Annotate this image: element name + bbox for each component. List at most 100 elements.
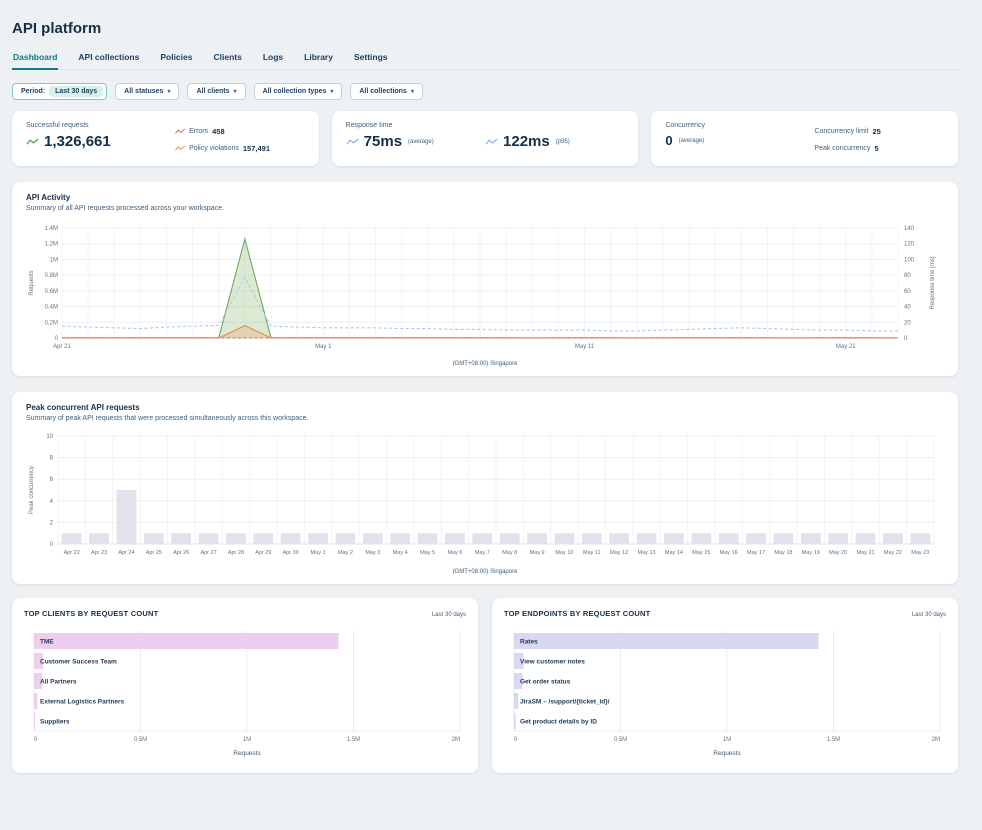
filter-dropdown-label: All collection types bbox=[263, 88, 327, 95]
svg-text:1.4M: 1.4M bbox=[45, 226, 58, 232]
response-time-card: Response time 75ms (average) 122ms (p95) bbox=[332, 111, 639, 166]
svg-text:May 11: May 11 bbox=[583, 550, 601, 556]
svg-text:May 22: May 22 bbox=[884, 550, 902, 556]
top-endpoints-chart: 00.5M1M1.5M2MRatesView customer notesGet… bbox=[504, 627, 946, 759]
svg-text:External Logistics Partners: External Logistics Partners bbox=[40, 699, 125, 706]
concurrency-label: Concurrency bbox=[665, 122, 814, 129]
filter-dropdown-all-statuses[interactable]: All statuses ▾ bbox=[115, 83, 179, 100]
tab-api-collections[interactable]: API collections bbox=[77, 49, 140, 69]
successful-requests-value: 1,326,661 bbox=[44, 134, 111, 149]
filter-dropdown-all-collection-types[interactable]: All collection types▾ bbox=[254, 83, 343, 100]
tab-clients[interactable]: Clients bbox=[212, 49, 242, 69]
chevron-down-icon: ▾ bbox=[411, 89, 414, 95]
svg-text:May 14: May 14 bbox=[665, 550, 683, 556]
policy-violations-value: 157,491 bbox=[243, 144, 270, 153]
trend-violations-icon bbox=[175, 145, 185, 152]
concurrency-limit-value: 25 bbox=[872, 127, 880, 136]
svg-text:Apr 29: Apr 29 bbox=[255, 550, 271, 556]
svg-text:May 19: May 19 bbox=[802, 550, 820, 556]
svg-text:0.8M: 0.8M bbox=[45, 273, 58, 279]
svg-text:20: 20 bbox=[904, 320, 911, 326]
svg-text:100: 100 bbox=[904, 257, 915, 263]
svg-text:10: 10 bbox=[46, 434, 53, 440]
svg-text:May 5: May 5 bbox=[420, 550, 435, 556]
svg-text:Response time [ms]: Response time [ms] bbox=[930, 256, 936, 309]
svg-text:May 18: May 18 bbox=[774, 550, 792, 556]
tab-library[interactable]: Library bbox=[303, 49, 334, 69]
tab-settings[interactable]: Settings bbox=[353, 49, 389, 69]
trend-response-icon bbox=[346, 138, 359, 146]
svg-text:0.2M: 0.2M bbox=[45, 320, 58, 326]
timezone-note: (GMT+08:00) Singapore bbox=[26, 567, 944, 578]
concurrency-suffix: (average) bbox=[679, 138, 705, 144]
period-filter[interactable]: Period: Last 30 days bbox=[12, 83, 107, 100]
filter-bar: Period: Last 30 days All statuses▾All cl… bbox=[12, 83, 958, 100]
concurrency-value: 0 bbox=[665, 134, 672, 147]
top-clients-chart: 00.5M1M1.5M2MTMECustomer Success TeamAll… bbox=[24, 627, 466, 759]
svg-text:May 11: May 11 bbox=[575, 344, 595, 350]
svg-text:0.4M: 0.4M bbox=[45, 305, 58, 311]
peak-concurrency-chart: 0246810Apr 22Apr 23Apr 24Apr 25Apr 26Apr… bbox=[26, 430, 944, 562]
svg-text:Apr 21: Apr 21 bbox=[53, 344, 71, 350]
policy-violations-stat: Policy violations 157,491 bbox=[175, 144, 305, 153]
svg-text:1.5M: 1.5M bbox=[827, 737, 840, 743]
svg-text:0.5M: 0.5M bbox=[614, 737, 627, 743]
svg-text:Apr 23: Apr 23 bbox=[91, 550, 107, 556]
svg-text:May 6: May 6 bbox=[447, 550, 462, 556]
svg-text:May 17: May 17 bbox=[747, 550, 765, 556]
filter-dropdown-label: All statuses bbox=[124, 88, 163, 95]
svg-text:80: 80 bbox=[904, 273, 911, 279]
svg-text:6: 6 bbox=[50, 477, 54, 483]
trend-errors-icon bbox=[175, 128, 185, 135]
tab-dashboard[interactable]: Dashboard bbox=[12, 49, 58, 70]
peak-concurrency-card: Peak concurrent API requests Summary of … bbox=[12, 392, 958, 584]
chevron-down-icon: ▾ bbox=[234, 89, 237, 95]
svg-text:Get order status: Get order status bbox=[520, 679, 571, 686]
svg-text:140: 140 bbox=[904, 226, 915, 232]
tab-logs[interactable]: Logs bbox=[262, 49, 284, 69]
response-time-label: Response time bbox=[346, 122, 625, 129]
api-activity-title: API Activity bbox=[26, 193, 944, 202]
svg-text:0: 0 bbox=[50, 542, 54, 548]
response-time-average: 75ms (average) bbox=[346, 134, 485, 149]
trend-up-icon bbox=[26, 138, 39, 146]
page: API platform Dashboard API collections Pol… bbox=[0, 0, 982, 830]
svg-text:Peak concurrency: Peak concurrency bbox=[29, 466, 35, 514]
top-endpoints-card: TOP ENDPOINTS BY REQUEST COUNT Last 30 d… bbox=[492, 598, 958, 773]
filter-dropdown-all-clients[interactable]: All clients▾ bbox=[187, 83, 245, 100]
svg-text:May 15: May 15 bbox=[692, 550, 710, 556]
svg-text:Apr 28: Apr 28 bbox=[228, 550, 244, 556]
chevron-down-icon: ▾ bbox=[167, 89, 170, 95]
svg-text:Requests: Requests bbox=[713, 750, 741, 757]
api-activity-chart: 000.2M200.4M400.6M600.8M801M1001.2M1201.… bbox=[26, 220, 944, 354]
svg-text:Get product details by ID: Get product details by ID bbox=[520, 719, 597, 726]
response-p95-suffix: (p95) bbox=[556, 139, 570, 145]
successful-requests-label: Successful requests bbox=[26, 122, 175, 129]
bottom-row: TOP CLIENTS BY REQUEST COUNT Last 30 day… bbox=[12, 598, 958, 773]
svg-text:4: 4 bbox=[50, 499, 54, 505]
svg-text:May 4: May 4 bbox=[393, 550, 408, 556]
concurrency-limit-label: Concurrency limit bbox=[814, 128, 868, 135]
filter-dropdown-label: All collections bbox=[359, 88, 406, 95]
response-avg-value: 75ms bbox=[364, 134, 402, 149]
svg-text:May 21: May 21 bbox=[857, 550, 875, 556]
svg-text:Customer Success Team: Customer Success Team bbox=[40, 659, 117, 666]
errors-stat: Errors 458 bbox=[175, 127, 305, 136]
api-activity-card: API Activity Summary of all API requests… bbox=[12, 182, 958, 376]
page-title: API platform bbox=[12, 20, 958, 37]
svg-text:1.5M: 1.5M bbox=[347, 737, 360, 743]
svg-text:May 10: May 10 bbox=[555, 550, 573, 556]
svg-text:May 12: May 12 bbox=[610, 550, 628, 556]
filter-dropdown-all-collections[interactable]: All collections ▾ bbox=[350, 83, 422, 100]
svg-text:May 21: May 21 bbox=[836, 344, 856, 350]
svg-text:0.5M: 0.5M bbox=[134, 737, 147, 743]
peak-concurrency-title: Peak concurrent API requests bbox=[26, 403, 944, 412]
svg-text:0: 0 bbox=[514, 737, 518, 743]
svg-text:Apr 24: Apr 24 bbox=[118, 550, 134, 556]
svg-text:May 7: May 7 bbox=[475, 550, 490, 556]
top-clients-card: TOP CLIENTS BY REQUEST COUNT Last 30 day… bbox=[12, 598, 478, 773]
svg-text:1M: 1M bbox=[243, 737, 251, 743]
concurrency-card: Concurrency 0 (average) Concurrency limi… bbox=[651, 111, 958, 166]
svg-text:Apr 22: Apr 22 bbox=[64, 550, 80, 556]
tab-policies[interactable]: Policies bbox=[159, 49, 193, 69]
